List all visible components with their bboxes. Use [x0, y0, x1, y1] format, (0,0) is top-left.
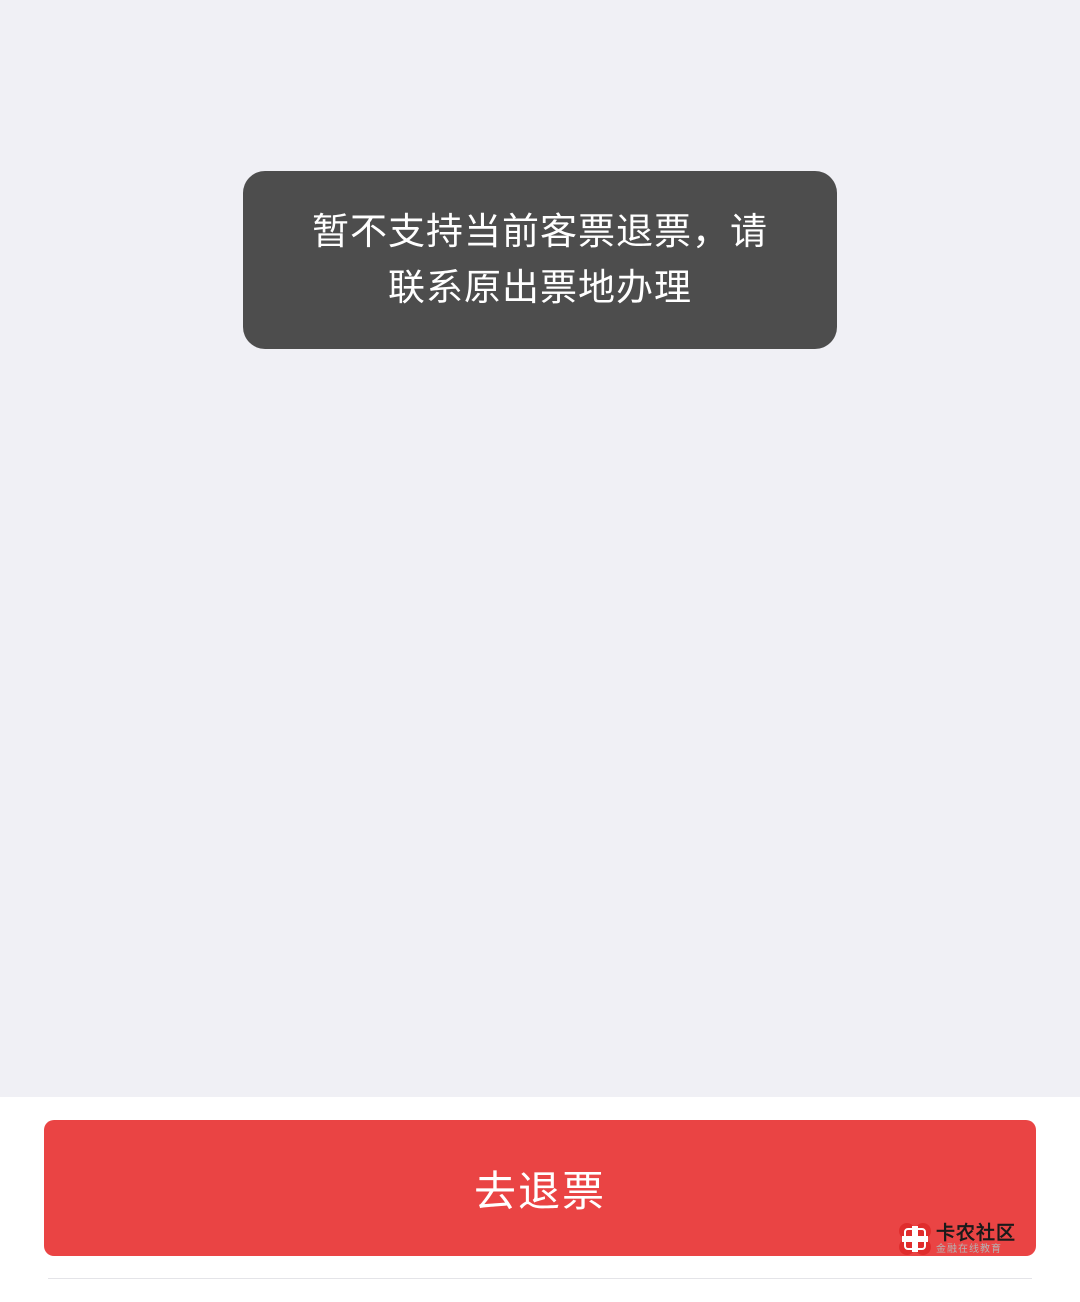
- watermark-text: 卡农社区 金融在线教育: [936, 1222, 1016, 1256]
- refund-screen: 暂不支持当前客票退票，请 联系原出票地办理 去退票 卡农社区 金融在线教育: [0, 0, 1080, 1302]
- divider: [48, 1278, 1032, 1279]
- go-refund-button[interactable]: 去退票: [44, 1120, 1036, 1256]
- watermark-title: 卡农社区: [936, 1222, 1017, 1244]
- watermark-subtitle: 金融在线教育: [936, 1244, 1002, 1255]
- toast-message: 暂不支持当前客票退票，请 联系原出票地办理: [243, 171, 837, 349]
- kanong-logo-icon: [899, 1223, 931, 1255]
- toast-text-line-2: 联系原出票地办理: [388, 266, 692, 309]
- go-refund-button-label: 去退票: [473, 1166, 606, 1216]
- bottom-action-bar: 去退票: [0, 1097, 1080, 1302]
- watermark: 卡农社区 金融在线教育: [896, 1218, 1030, 1260]
- toast-text-line-1: 暂不支持当前客票退票，请: [312, 210, 768, 253]
